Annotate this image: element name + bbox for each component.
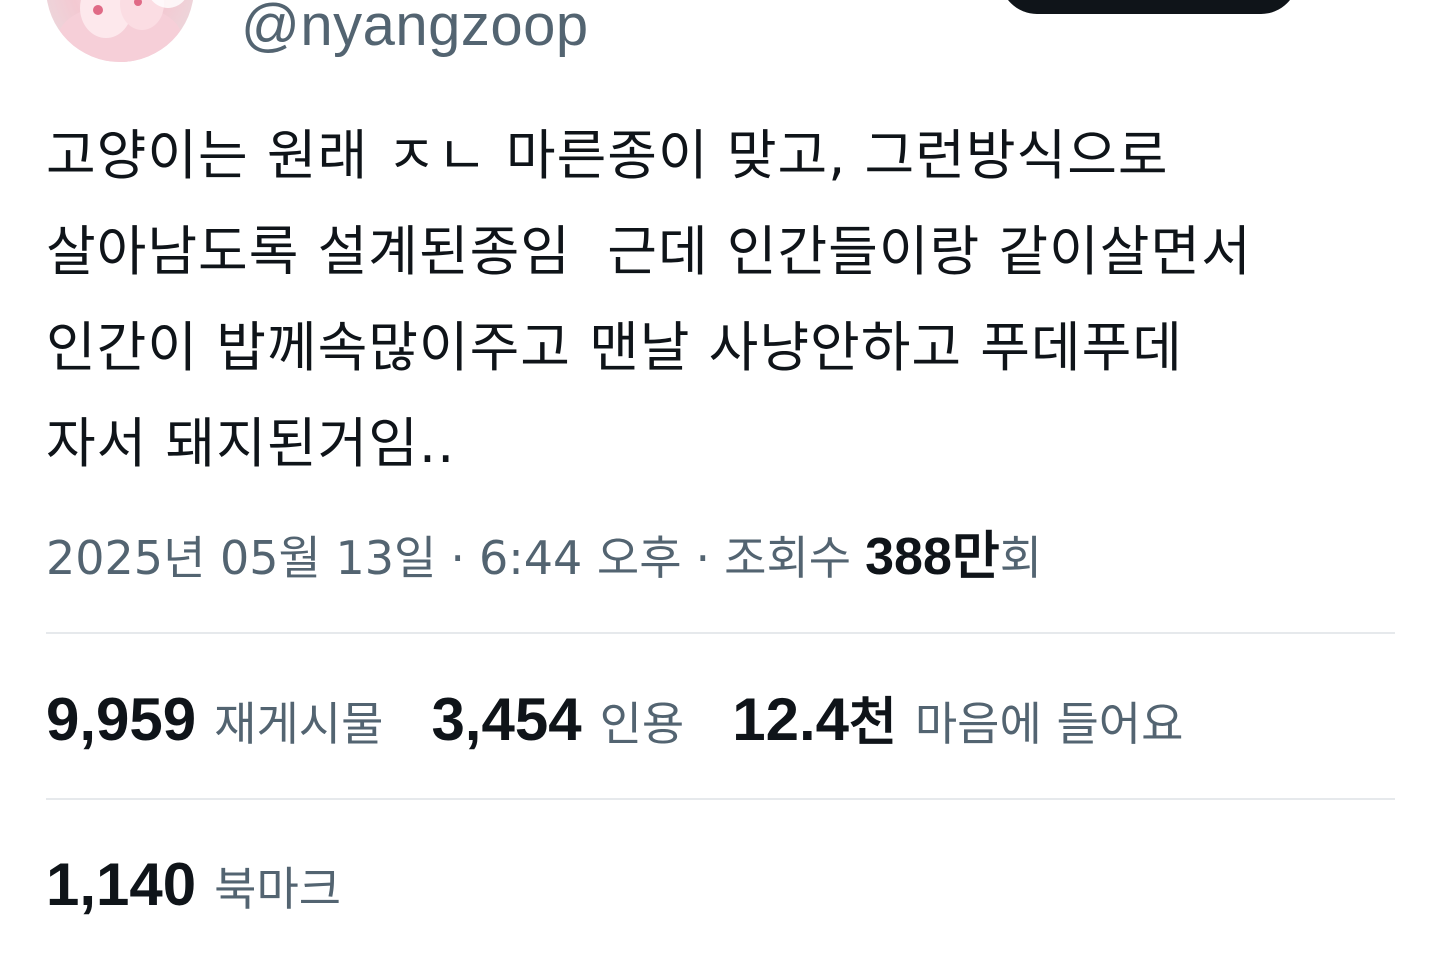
follow-button[interactable]	[1000, 0, 1298, 14]
avatar-image-icon	[58, 0, 185, 62]
quotes-stat[interactable]: 3,454 인용	[431, 685, 684, 754]
reposts-stat[interactable]: 9,959 재게시물	[46, 685, 383, 754]
likes-count: 12.4	[732, 686, 850, 753]
tweet-line: 인간이 밥께속많이주고 맨날 사냥안하고 푸데푸데	[46, 316, 1183, 379]
likes-count-unit: 천	[849, 693, 897, 753]
engagement-stats: 9,959 재게시물 3,454 인용 12.4 천 마음에 들어요	[46, 680, 1231, 755]
tweet-line: 자서 돼지된거임..	[46, 412, 456, 475]
reposts-label: 재게시물	[214, 697, 384, 751]
meta-separator: ·	[450, 531, 465, 585]
tweet-line: 살아남도록 설계된종임 근데 인간들이랑 같이살면서	[46, 220, 1252, 283]
views-count: 388만	[865, 528, 1000, 586]
divider	[46, 632, 1395, 634]
author-handle[interactable]: @nyangzoop	[241, 0, 589, 59]
avatar[interactable]	[46, 0, 194, 62]
tweet-time[interactable]: 6:44 오후	[479, 522, 682, 588]
views-label: 조회수	[724, 531, 852, 585]
quotes-count: 3,454	[431, 686, 582, 753]
bookmarks-label: 북마크	[214, 862, 342, 916]
divider	[46, 798, 1395, 800]
tweet-text: 고양이는 원래 ㅈㄴ 마른종이 맞고, 그런방식으로 살아남도록 설계된종임 근…	[46, 108, 1406, 492]
bookmarks-count: 1,140	[46, 851, 197, 918]
views-suffix: 회	[999, 531, 1043, 585]
reposts-count: 9,959	[46, 686, 197, 753]
tweet-line: 고양이는 원래 ㅈㄴ 마른종이 맞고, 그런방식으로	[46, 124, 1169, 187]
likes-stat[interactable]: 12.4 천 마음에 들어요	[732, 680, 1183, 755]
likes-label: 마음에 들어요	[914, 697, 1184, 751]
tweet-meta: 2025년 05월 13일 · 6:44 오후 · 조회수 388만 회	[46, 514, 1042, 589]
quotes-label: 인용	[599, 697, 685, 751]
bookmarks-stat[interactable]: 1,140 북마크	[46, 850, 341, 919]
meta-separator: ·	[695, 531, 711, 585]
tweet-date[interactable]: 2025년 05월 13일	[46, 522, 436, 588]
